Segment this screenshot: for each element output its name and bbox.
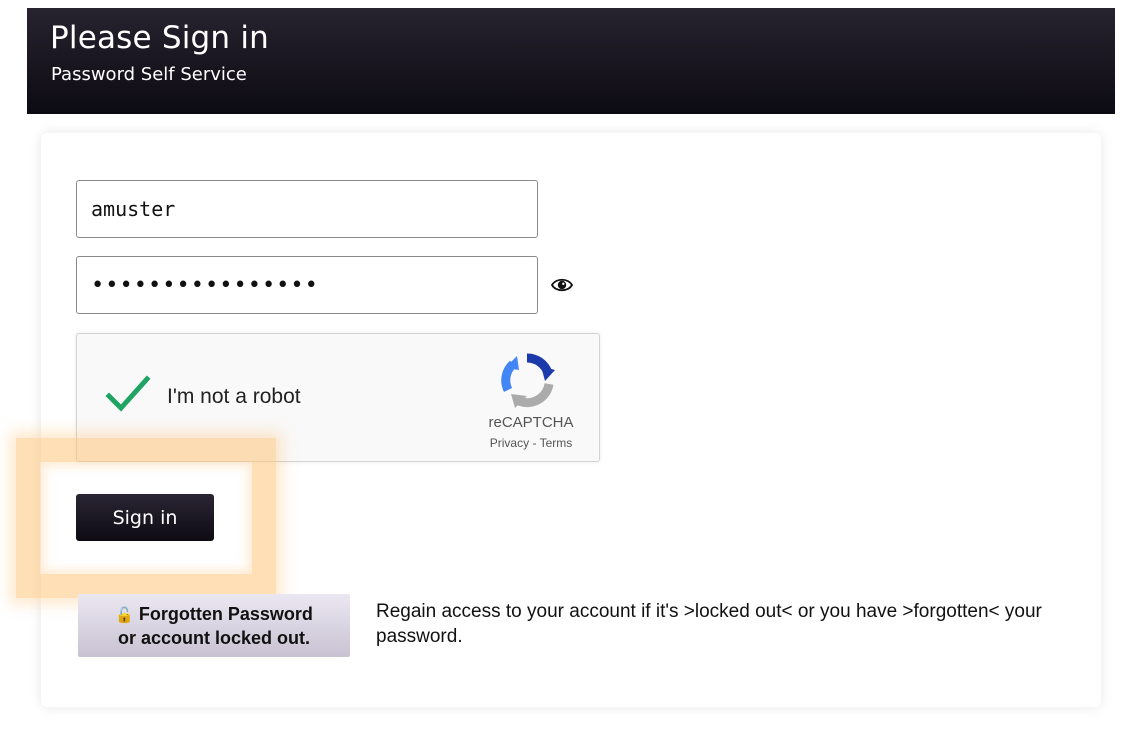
privacy-link[interactable]: Privacy bbox=[490, 436, 529, 450]
page-subtitle: Password Self Service bbox=[51, 64, 247, 85]
password-input[interactable] bbox=[76, 256, 538, 314]
checkmark-icon[interactable] bbox=[105, 374, 151, 414]
link-separator: - bbox=[529, 436, 540, 450]
page-header: Please Sign in Password Self Service bbox=[27, 8, 1115, 114]
recaptcha-brand: reCAPTCHA bbox=[488, 414, 574, 431]
forgot-button-line2: or account locked out. bbox=[117, 627, 311, 648]
username-input[interactable] bbox=[76, 180, 538, 238]
captcha-label: I'm not a robot bbox=[167, 385, 301, 408]
forgotten-password-button[interactable]: 🔓 Forgotten Password or account locked o… bbox=[78, 594, 350, 657]
terms-link[interactable]: Terms bbox=[540, 436, 573, 450]
captcha-links: Privacy - Terms bbox=[477, 436, 585, 450]
eye-icon[interactable] bbox=[551, 274, 573, 296]
unlock-icon: 🔓 bbox=[115, 606, 134, 624]
forgot-description: Regain access to your account if it's >l… bbox=[376, 601, 1042, 647]
page-title: Please Sign in bbox=[50, 20, 269, 56]
recaptcha-widget: I'm not a robot reCAPTCHA Privacy - Term… bbox=[76, 333, 600, 462]
forgot-button-line1: Forgotten Password bbox=[138, 603, 313, 624]
recaptcha-logo-icon bbox=[501, 353, 555, 408]
sign-in-button[interactable]: Sign in bbox=[76, 494, 214, 541]
